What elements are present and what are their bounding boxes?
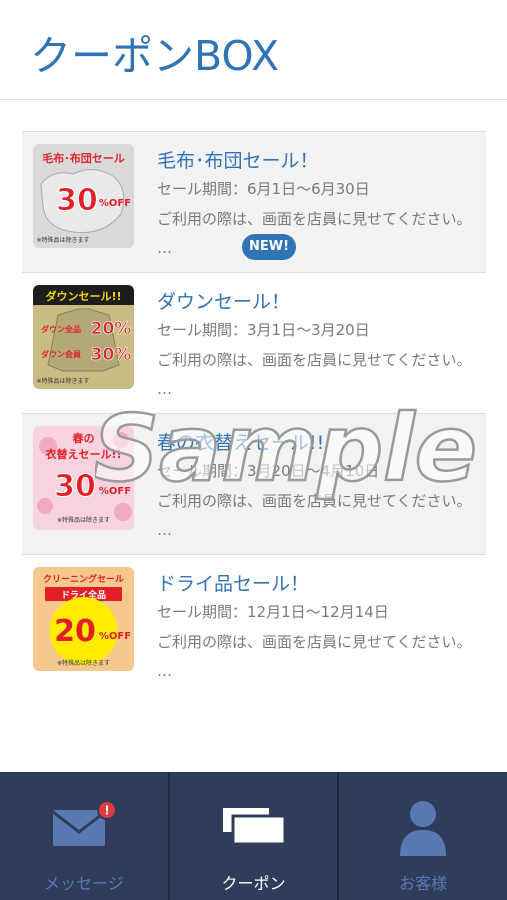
coupon-more: … bbox=[157, 380, 172, 398]
coupon-period: セール期間：6月1日～6月30日 bbox=[157, 180, 370, 198]
svg-text:30: 30 bbox=[54, 469, 96, 504]
tab-label: メッセージ bbox=[43, 874, 124, 893]
svg-text:ダウン会員: ダウン会員 bbox=[41, 349, 81, 359]
svg-text:ダウン全品: ダウン全品 bbox=[41, 324, 81, 334]
svg-text:20%: 20% bbox=[91, 319, 132, 339]
envelope-icon: ! bbox=[49, 800, 119, 854]
svg-text:春の: 春の bbox=[73, 431, 95, 445]
new-badge: NEW! bbox=[242, 234, 296, 260]
coupon-image-dry: クリーニングセール ドライ全品 20 %OFF ※特殊品は除きます bbox=[33, 567, 134, 671]
tab-customer[interactable]: お客様 bbox=[337, 772, 507, 900]
coupon-title[interactable]: 毛布･布団セール！ bbox=[157, 146, 319, 173]
coupon-more: … bbox=[157, 662, 172, 680]
app-header: クーポンBOX bbox=[0, 0, 507, 100]
coupon-title[interactable]: 春の衣替えセール!! bbox=[157, 428, 324, 455]
coupon-title[interactable]: ドライ品セール！ bbox=[157, 569, 309, 596]
coupon-period: セール期間：3月20日～4月10日 bbox=[157, 462, 380, 480]
image-discount: 30 bbox=[56, 183, 98, 218]
coupon-title[interactable]: ダウンセール！ bbox=[157, 287, 290, 314]
svg-text:!: ! bbox=[104, 804, 109, 818]
coupon-desc-text: ご利用の際は、画面を店員に見せてください。 bbox=[157, 633, 472, 651]
coupon-description: ご利用の際は、画面を店員に見せてください。 … bbox=[157, 346, 479, 404]
svg-text:クリーニングセール: クリーニングセール bbox=[43, 573, 124, 585]
coupon-item-dry[interactable]: クリーニングセール ドライ全品 20 %OFF ※特殊品は除きます ドライ品セー… bbox=[22, 554, 486, 695]
coupon-more: … bbox=[157, 521, 172, 539]
svg-text:※特殊品は除きます: ※特殊品は除きます bbox=[57, 516, 110, 524]
bottom-tab-bar: ! メッセージ クーポン お客様 bbox=[0, 772, 507, 900]
coupon-item-blanket[interactable]: 毛布･布団セール 30 %OFF ※特殊品は除きます 毛布･布団セール！ セール… bbox=[22, 131, 486, 272]
page-title: クーポンBOX bbox=[30, 32, 280, 80]
image-unit: %OFF bbox=[99, 198, 131, 209]
coupon-desc-text: ご利用の際は、画面を店員に見せてください。 bbox=[157, 492, 472, 510]
coupon-image-spring: 春の 衣替えセール!! 30 %OFF ※特殊品は除きます bbox=[33, 426, 134, 530]
coupon-period: セール期間：3月1日～3月20日 bbox=[157, 321, 370, 339]
coupon-icon bbox=[219, 800, 289, 854]
coupon-desc-text: ご利用の際は、画面を店員に見せてください。 bbox=[157, 351, 472, 369]
coupon-period: セール期間：12月1日～12月14日 bbox=[157, 603, 389, 621]
coupon-list: 毛布･布団セール 30 %OFF ※特殊品は除きます 毛布･布団セール！ セール… bbox=[22, 131, 486, 695]
coupon-image-blanket: 毛布･布団セール 30 %OFF ※特殊品は除きます bbox=[33, 144, 134, 248]
svg-text:30%: 30% bbox=[91, 345, 132, 365]
svg-text:※特殊品は除きます: ※特殊品は除きます bbox=[57, 659, 110, 667]
coupon-desc-text: ご利用の際は、画面を店員に見せてください。 bbox=[157, 210, 472, 228]
tab-label: クーポン bbox=[221, 874, 286, 893]
coupon-more: … bbox=[157, 239, 172, 257]
coupon-item-spring[interactable]: 春の 衣替えセール!! 30 %OFF ※特殊品は除きます 春の衣替えセール!!… bbox=[22, 413, 486, 554]
svg-text:※特殊品は除きます: ※特殊品は除きます bbox=[36, 377, 89, 385]
image-note: ※特殊品は除きます bbox=[36, 236, 89, 244]
svg-text:20: 20 bbox=[54, 614, 96, 649]
person-icon bbox=[388, 800, 458, 864]
svg-text:衣替えセール!!: 衣替えセール!! bbox=[45, 447, 121, 461]
coupon-description: ご利用の際は、画面を店員に見せてください。 … bbox=[157, 205, 479, 263]
image-heading: 毛布･布団セール bbox=[42, 151, 125, 165]
coupon-image-down: ダウンセール!! ダウン全品 20% ダウン会員 30% ※特殊品は除きます bbox=[33, 285, 134, 389]
tab-label: お客様 bbox=[399, 874, 448, 893]
tab-message[interactable]: ! メッセージ bbox=[0, 772, 168, 900]
svg-text:%OFF: %OFF bbox=[99, 486, 131, 497]
coupon-item-down[interactable]: ダウンセール!! ダウン全品 20% ダウン会員 30% ※特殊品は除きます ダ… bbox=[22, 272, 486, 413]
tab-coupon[interactable]: クーポン bbox=[167, 772, 338, 900]
coupon-description: ご利用の際は、画面を店員に見せてください。 … bbox=[157, 487, 479, 545]
coupon-description: ご利用の際は、画面を店員に見せてください。 … bbox=[157, 628, 479, 686]
svg-text:%OFF: %OFF bbox=[99, 631, 131, 642]
image-heading: ダウンセール!! bbox=[45, 289, 121, 303]
